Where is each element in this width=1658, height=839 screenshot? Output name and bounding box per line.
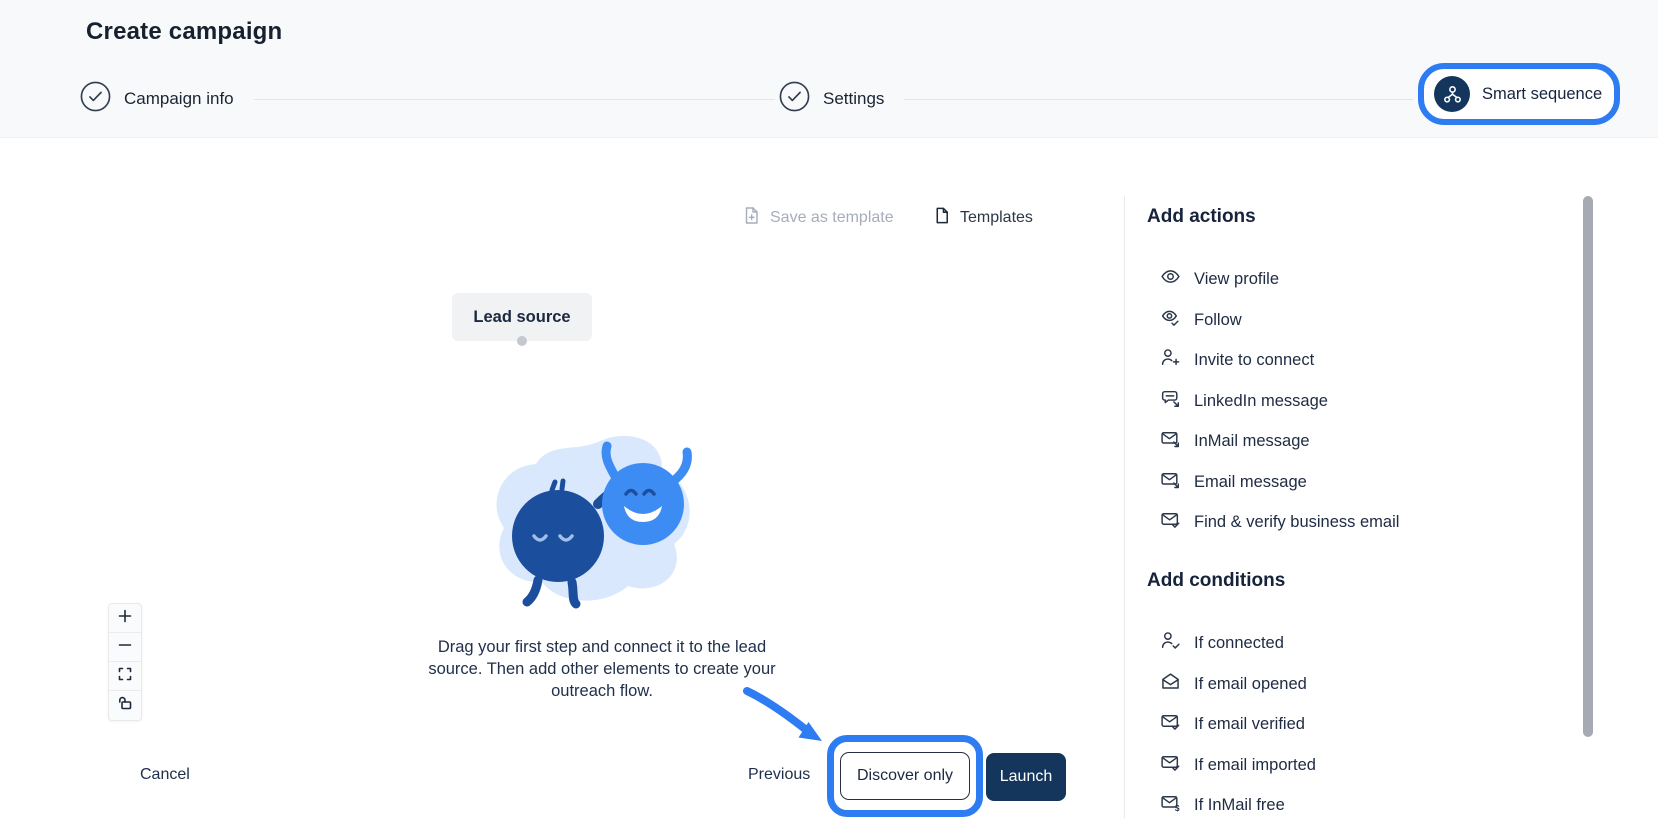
previous-button[interactable]: Previous bbox=[748, 766, 810, 784]
zoom-out-icon bbox=[117, 637, 133, 658]
templates-label: Templates bbox=[960, 209, 1033, 227]
document-plus-icon bbox=[742, 206, 761, 230]
step-label: Campaign info bbox=[124, 89, 234, 109]
person-plus-icon bbox=[1160, 347, 1181, 373]
check-circle-icon bbox=[779, 81, 810, 117]
cancel-button[interactable]: Cancel bbox=[140, 766, 190, 784]
condition-if-connected[interactable]: If connected bbox=[1160, 628, 1284, 658]
action-label: Email message bbox=[1194, 473, 1307, 492]
envelope-arrow-icon bbox=[1160, 428, 1181, 454]
launch-button[interactable]: Launch bbox=[986, 753, 1066, 801]
sidebar-divider bbox=[1124, 196, 1125, 818]
step-connector bbox=[904, 99, 1413, 100]
arrow-annotation bbox=[738, 684, 834, 755]
condition-label: If email opened bbox=[1194, 675, 1307, 694]
condition-if-email-imported[interactable]: If email imported bbox=[1160, 750, 1316, 780]
condition-label: If InMail free bbox=[1194, 796, 1285, 815]
step-label: Smart sequence bbox=[1482, 85, 1602, 104]
envelope-dollar-icon: $ bbox=[1160, 792, 1181, 818]
step-label: Settings bbox=[823, 89, 884, 109]
step-settings[interactable]: Settings bbox=[779, 82, 884, 116]
action-view-profile[interactable]: View profile bbox=[1160, 264, 1279, 294]
lead-source-connector-port[interactable] bbox=[517, 336, 527, 346]
step-smart-sequence[interactable]: Smart sequence bbox=[1418, 63, 1620, 125]
chat-arrow-icon bbox=[1160, 388, 1181, 414]
action-email-message[interactable]: Email message bbox=[1160, 467, 1307, 497]
envelope-check-icon bbox=[1160, 711, 1181, 737]
templates-button[interactable]: Templates bbox=[933, 206, 1033, 230]
condition-if-email-opened[interactable]: If email opened bbox=[1160, 669, 1307, 699]
action-follow[interactable]: Follow bbox=[1160, 305, 1242, 335]
lead-source-node[interactable]: Lead source bbox=[452, 293, 592, 341]
action-linkedin-message[interactable]: LinkedIn message bbox=[1160, 386, 1328, 416]
eye-check-icon bbox=[1160, 307, 1181, 333]
add-actions-heading: Add actions bbox=[1147, 206, 1256, 228]
empty-state-illustration bbox=[486, 432, 714, 619]
action-label: InMail message bbox=[1194, 432, 1310, 451]
condition-label: If email imported bbox=[1194, 756, 1316, 775]
action-inmail-message[interactable]: InMail message bbox=[1160, 426, 1310, 456]
condition-if-inmail-free[interactable]: $ If InMail free bbox=[1160, 790, 1285, 820]
fit-view-button[interactable] bbox=[109, 662, 141, 691]
document-icon bbox=[933, 206, 951, 230]
save-as-template-button[interactable]: Save as template bbox=[742, 206, 894, 230]
condition-label: If connected bbox=[1194, 634, 1284, 653]
sequence-icon bbox=[1434, 76, 1470, 112]
envelope-check-icon bbox=[1160, 752, 1181, 778]
svg-text:$: $ bbox=[1175, 803, 1180, 813]
header: Create campaign Campaign info Settings bbox=[0, 0, 1658, 138]
condition-label: If email verified bbox=[1194, 715, 1305, 734]
empty-state-text: Drag your first step and connect it to t… bbox=[424, 636, 780, 702]
envelope-open-icon bbox=[1160, 671, 1181, 697]
fit-view-icon bbox=[117, 666, 133, 687]
action-label: Invite to connect bbox=[1194, 351, 1314, 370]
canvas-zoom-controls bbox=[108, 603, 142, 721]
condition-if-email-verified[interactable]: If email verified bbox=[1160, 709, 1305, 739]
lock-canvas-button[interactable] bbox=[109, 691, 141, 720]
page-title: Create campaign bbox=[86, 18, 282, 46]
unlock-icon bbox=[117, 695, 133, 716]
envelope-check-icon bbox=[1160, 509, 1181, 535]
zoom-in-button[interactable] bbox=[109, 604, 141, 633]
envelope-arrow-icon bbox=[1160, 469, 1181, 495]
zoom-out-button[interactable] bbox=[109, 633, 141, 662]
create-campaign-screen: Create campaign Campaign info Settings bbox=[0, 0, 1658, 839]
action-find-verify-business-email[interactable]: Find & verify business email bbox=[1160, 507, 1399, 537]
action-label: Follow bbox=[1194, 311, 1242, 330]
zoom-in-icon bbox=[117, 608, 133, 629]
person-check-icon bbox=[1160, 630, 1181, 656]
action-invite-to-connect[interactable]: Invite to connect bbox=[1160, 345, 1314, 375]
action-label: LinkedIn message bbox=[1194, 392, 1328, 411]
discover-only-button[interactable]: Discover only bbox=[840, 752, 970, 800]
save-as-template-label: Save as template bbox=[770, 209, 894, 227]
add-conditions-heading: Add conditions bbox=[1147, 570, 1285, 592]
step-campaign-info[interactable]: Campaign info bbox=[80, 82, 234, 116]
scrollbar-thumb[interactable] bbox=[1583, 196, 1593, 737]
check-circle-icon bbox=[80, 81, 111, 117]
step-connector bbox=[254, 99, 775, 100]
action-label: Find & verify business email bbox=[1194, 513, 1399, 532]
eye-icon bbox=[1160, 266, 1181, 292]
action-label: View profile bbox=[1194, 270, 1279, 289]
